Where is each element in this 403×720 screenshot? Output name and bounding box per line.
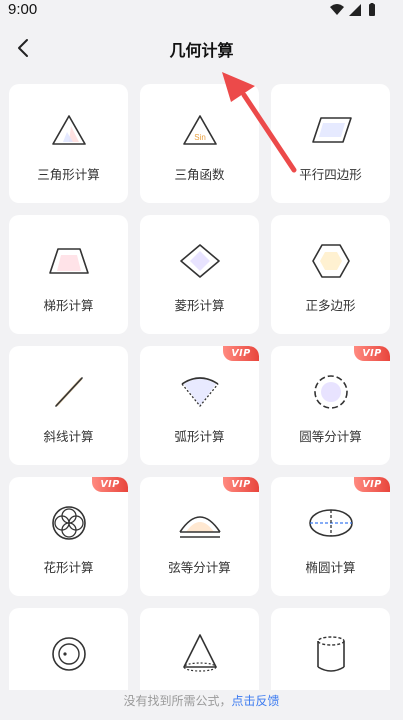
status-time: 9:00 bbox=[8, 1, 38, 18]
vip-badge: VIP bbox=[354, 477, 390, 492]
card-label: 正多边形 bbox=[305, 298, 356, 313]
header-bar: 几何计算 bbox=[0, 30, 403, 66]
sin-text: Sin bbox=[194, 133, 206, 142]
triangle-sin-icon: Sin bbox=[182, 115, 217, 145]
feedback-link[interactable]: 点击反馈 bbox=[232, 694, 280, 708]
card-triangle[interactable]: 三角形计算 bbox=[9, 84, 128, 203]
card-diagonal-line[interactable]: 斜线计算 bbox=[9, 346, 128, 465]
card-label: 菱形计算 bbox=[174, 298, 225, 313]
battery-icon bbox=[369, 3, 375, 16]
hexagon-icon bbox=[311, 244, 350, 278]
vip-badge: VIP bbox=[223, 346, 259, 361]
trapezoid-icon bbox=[48, 248, 89, 274]
card-regular-polygon[interactable]: 正多边形 bbox=[271, 215, 390, 334]
card-arc[interactable]: VIP 弧形计算 bbox=[140, 346, 259, 465]
vip-badge: VIP bbox=[223, 477, 259, 492]
flower-pattern-icon bbox=[51, 506, 86, 540]
footer-text: 没有找到所需公式， bbox=[123, 694, 232, 708]
concentric-circle-icon bbox=[51, 637, 86, 671]
card-parallelogram[interactable]: 平行四边形 bbox=[271, 84, 390, 203]
ellipse-icon bbox=[308, 509, 353, 537]
card-label: 平行四边形 bbox=[299, 167, 362, 182]
card-flower[interactable]: VIP 花形计算 bbox=[9, 477, 128, 596]
diagonal-line-icon bbox=[54, 377, 83, 407]
arc-sector-icon bbox=[180, 377, 219, 408]
rhombus-icon bbox=[179, 244, 220, 278]
feedback-footer: 没有找到所需公式，点击反馈 bbox=[0, 690, 403, 720]
card-label: 圆等分计算 bbox=[299, 429, 362, 444]
card-label: 弦等分计算 bbox=[168, 560, 231, 575]
card-label: 椭圆计算 bbox=[305, 560, 356, 575]
status-icons bbox=[329, 3, 379, 17]
parallelogram-icon bbox=[311, 117, 352, 143]
chord-division-icon bbox=[178, 516, 221, 538]
circle-division-icon bbox=[313, 375, 348, 409]
card-label: 三角函数 bbox=[174, 167, 225, 182]
card-trapezoid[interactable]: 梯形计算 bbox=[9, 215, 128, 334]
card-ellipse[interactable]: VIP 椭圆计算 bbox=[271, 477, 390, 596]
card-chord-division[interactable]: VIP 弦等分计算 bbox=[140, 477, 259, 596]
card-label: 斜线计算 bbox=[43, 429, 94, 444]
cylinder-icon bbox=[316, 636, 345, 672]
page-title: 几何计算 bbox=[169, 41, 234, 60]
cone-icon bbox=[182, 634, 217, 672]
vip-badge: VIP bbox=[92, 477, 128, 492]
card-label: 梯形计算 bbox=[43, 298, 94, 313]
signal-icon bbox=[349, 4, 361, 16]
card-label: 弧形计算 bbox=[174, 429, 225, 444]
card-circle-division[interactable]: VIP 圆等分计算 bbox=[271, 346, 390, 465]
card-label: 花形计算 bbox=[43, 560, 94, 575]
card-rhombus[interactable]: 菱形计算 bbox=[140, 215, 259, 334]
card-trig-function[interactable]: Sin 三角函数 bbox=[140, 84, 259, 203]
vip-badge: VIP bbox=[354, 346, 390, 361]
card-label: 三角形计算 bbox=[37, 167, 100, 182]
status-bar: 9:00 bbox=[0, 0, 403, 22]
triangle-icon bbox=[51, 115, 86, 145]
wifi-icon bbox=[330, 4, 344, 15]
